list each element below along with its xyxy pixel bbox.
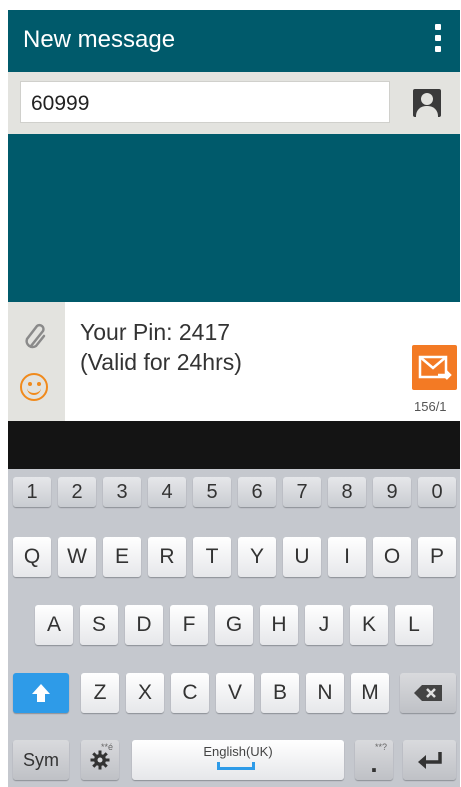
- screen: New message 60999 Your Pin: 2417 (Valid …: [8, 10, 460, 787]
- key-7[interactable]: 7: [283, 477, 321, 507]
- key-d[interactable]: D: [125, 605, 163, 645]
- key-n[interactable]: N: [306, 673, 344, 713]
- period-key[interactable]: **? .: [355, 740, 393, 780]
- settings-key-hint: **é: [100, 742, 113, 752]
- period-key-hint: **?: [374, 742, 387, 752]
- key-q[interactable]: Q: [13, 537, 51, 577]
- key-6[interactable]: 6: [238, 477, 276, 507]
- recipient-bar: 60999: [8, 72, 460, 134]
- key-h[interactable]: H: [260, 605, 298, 645]
- contact-picker-icon[interactable]: [413, 89, 441, 117]
- backspace-icon: [414, 685, 442, 701]
- key-x[interactable]: X: [126, 673, 164, 713]
- key-4[interactable]: 4: [148, 477, 186, 507]
- key-z[interactable]: Z: [81, 673, 119, 713]
- shift-arrow-icon: [32, 684, 50, 702]
- key-m[interactable]: M: [351, 673, 389, 713]
- space-icon: [217, 762, 255, 770]
- space-key-language: English(UK): [203, 744, 273, 759]
- compose-area: Your Pin: 2417 (Valid for 24hrs) 156/1: [8, 302, 460, 421]
- compose-tools: [8, 302, 65, 421]
- key-t[interactable]: T: [193, 537, 231, 577]
- key-l[interactable]: L: [395, 605, 433, 645]
- message-text[interactable]: Your Pin: 2417 (Valid for 24hrs): [80, 317, 242, 377]
- key-c[interactable]: C: [171, 673, 209, 713]
- divider-bar: [8, 421, 460, 469]
- key-0[interactable]: 0: [418, 477, 456, 507]
- key-1[interactable]: 1: [13, 477, 51, 507]
- key-b[interactable]: B: [261, 673, 299, 713]
- backspace-key[interactable]: [400, 673, 456, 713]
- key-e[interactable]: E: [103, 537, 141, 577]
- shift-key[interactable]: [13, 673, 69, 713]
- recipient-input[interactable]: 60999: [20, 81, 390, 123]
- key-f[interactable]: F: [170, 605, 208, 645]
- key-s[interactable]: S: [80, 605, 118, 645]
- enter-icon: [417, 752, 442, 769]
- space-key[interactable]: English(UK): [132, 740, 344, 780]
- key-r[interactable]: R: [148, 537, 186, 577]
- key-9[interactable]: 9: [373, 477, 411, 507]
- gear-icon: [90, 750, 110, 770]
- key-2[interactable]: 2: [58, 477, 96, 507]
- key-p[interactable]: P: [418, 537, 456, 577]
- key-3[interactable]: 3: [103, 477, 141, 507]
- character-counter: 156/1: [414, 399, 447, 414]
- key-g[interactable]: G: [215, 605, 253, 645]
- key-a[interactable]: A: [35, 605, 73, 645]
- key-y[interactable]: Y: [238, 537, 276, 577]
- message-line-2: (Valid for 24hrs): [80, 349, 242, 375]
- key-i[interactable]: I: [328, 537, 366, 577]
- overflow-menu-icon[interactable]: [434, 24, 442, 60]
- emoticon-icon[interactable]: [20, 373, 48, 401]
- key-w[interactable]: W: [58, 537, 96, 577]
- key-o[interactable]: O: [373, 537, 411, 577]
- key-8[interactable]: 8: [328, 477, 366, 507]
- attach-icon[interactable]: [22, 322, 50, 354]
- key-v[interactable]: V: [216, 673, 254, 713]
- conversation-area: [8, 134, 460, 302]
- send-icon: [418, 355, 452, 380]
- key-u[interactable]: U: [283, 537, 321, 577]
- sym-key[interactable]: Sym: [13, 740, 69, 780]
- page-title: New message: [23, 26, 176, 53]
- key-5[interactable]: 5: [193, 477, 231, 507]
- key-k[interactable]: K: [350, 605, 388, 645]
- message-line-1: Your Pin: 2417: [80, 319, 231, 345]
- enter-key[interactable]: [403, 740, 456, 780]
- settings-key[interactable]: **é: [81, 740, 119, 780]
- key-j[interactable]: J: [305, 605, 343, 645]
- app-header: New message: [8, 10, 460, 72]
- keyboard: 1 2 3 4 5 6 7 8 9 0 Q W E R T Y U I O P …: [8, 469, 460, 787]
- period-key-label: .: [370, 747, 378, 778]
- send-button[interactable]: [412, 345, 457, 390]
